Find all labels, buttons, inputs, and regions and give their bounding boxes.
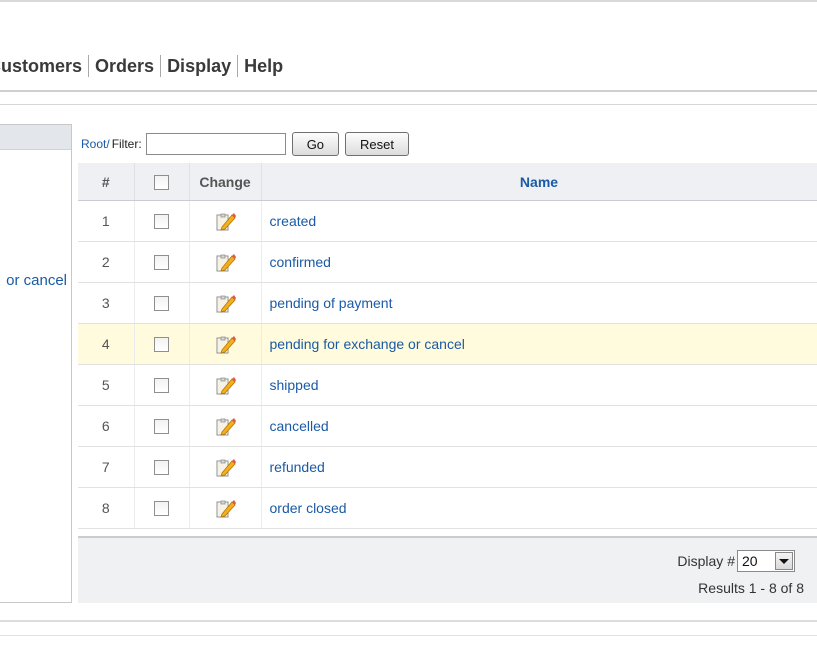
select-all-checkbox[interactable] <box>154 174 169 190</box>
filter-label: Filter: <box>111 137 142 151</box>
row-checkbox[interactable] <box>154 501 169 517</box>
menu-help[interactable]: Help <box>238 56 289 77</box>
table-row[interactable]: 6 cancelled <box>78 405 817 447</box>
row-name-link[interactable]: cancelled <box>261 405 817 447</box>
row-select-cell <box>134 282 190 324</box>
row-checkbox[interactable] <box>154 378 169 394</box>
column-header-change: Change <box>189 163 262 201</box>
row-number: 2 <box>78 241 135 283</box>
edit-icon[interactable] <box>214 333 236 355</box>
menu-orders[interactable]: Orders <box>89 56 160 77</box>
go-button[interactable]: Go <box>291 132 340 156</box>
table-row[interactable]: 5 shipped <box>78 364 817 406</box>
divider <box>0 104 817 105</box>
edit-icon[interactable] <box>214 292 236 314</box>
table-row[interactable]: 2 confirmed <box>78 241 817 283</box>
filter-input[interactable] <box>145 133 286 155</box>
row-number: 8 <box>78 487 135 529</box>
column-header-name[interactable]: Name <box>261 163 817 201</box>
filter-bar: Root/ Filter: Go Reset <box>81 131 409 157</box>
row-change-cell <box>189 241 262 283</box>
table-row[interactable]: 1 created <box>78 200 817 242</box>
row-select-cell <box>134 446 190 488</box>
top-border <box>0 0 817 2</box>
reset-button[interactable]: Reset <box>345 132 409 156</box>
table-header-row: # Change Name <box>78 163 817 201</box>
row-number: 3 <box>78 282 135 324</box>
row-checkbox[interactable] <box>154 460 169 476</box>
row-number: 5 <box>78 364 135 406</box>
display-select-value: 20 <box>742 553 758 569</box>
row-select-cell <box>134 200 190 242</box>
row-checkbox[interactable] <box>154 337 169 353</box>
row-number: 7 <box>78 446 135 488</box>
row-name-link[interactable]: order closed <box>261 487 817 529</box>
table-row[interactable]: 8 order closed <box>78 487 817 529</box>
divider <box>0 620 817 622</box>
row-name-link[interactable]: pending of payment <box>261 282 817 324</box>
top-menu: Customers Orders Display Help <box>0 52 289 80</box>
row-name-link[interactable]: confirmed <box>261 241 817 283</box>
table-row[interactable]: 7 refunded <box>78 446 817 488</box>
display-limit: Display # 20 <box>677 550 795 572</box>
display-label: Display # <box>677 553 735 569</box>
row-select-cell <box>134 241 190 283</box>
row-select-cell <box>134 405 190 447</box>
edit-icon[interactable] <box>214 251 236 273</box>
status-table: # Change Name 1 created 2 confirmed 3 pending… <box>78 163 817 529</box>
row-change-cell <box>189 487 262 529</box>
edit-icon[interactable] <box>214 456 236 478</box>
row-change-cell <box>189 405 262 447</box>
edit-icon[interactable] <box>214 374 236 396</box>
divider <box>0 90 817 92</box>
edit-icon[interactable] <box>214 497 236 519</box>
row-number: 1 <box>78 200 135 242</box>
menu-display[interactable]: Display <box>161 56 237 77</box>
row-name-link[interactable]: created <box>261 200 817 242</box>
table-row[interactable]: 3 pending of payment <box>78 282 817 324</box>
row-change-cell <box>189 323 262 365</box>
edit-icon[interactable] <box>214 415 236 437</box>
row-number: 4 <box>78 323 135 365</box>
table-footer: Display # 20 Results 1 - 8 of 8 <box>78 536 817 603</box>
row-change-cell <box>189 446 262 488</box>
column-header-num: # <box>78 163 135 201</box>
row-select-cell <box>134 487 190 529</box>
root-link[interactable]: Root/ <box>81 137 110 151</box>
row-name-link[interactable]: refunded <box>261 446 817 488</box>
row-checkbox[interactable] <box>154 419 169 435</box>
results-count: Results 1 - 8 of 8 <box>698 580 804 596</box>
row-change-cell <box>189 282 262 324</box>
display-select[interactable]: 20 <box>737 550 795 572</box>
column-header-select <box>134 163 190 201</box>
row-number: 6 <box>78 405 135 447</box>
row-checkbox[interactable] <box>154 255 169 271</box>
sidebar-header <box>0 125 71 150</box>
row-checkbox[interactable] <box>154 214 169 230</box>
row-select-cell <box>134 364 190 406</box>
chevron-down-icon[interactable] <box>775 552 793 570</box>
sidebar: or cancel <box>0 124 72 603</box>
row-select-cell <box>134 323 190 365</box>
divider <box>0 635 817 636</box>
menu-customers[interactable]: Customers <box>0 56 88 77</box>
edit-icon[interactable] <box>214 210 236 232</box>
row-change-cell <box>189 200 262 242</box>
sidebar-item-link[interactable]: or cancel <box>6 272 67 289</box>
row-checkbox[interactable] <box>154 296 169 312</box>
row-change-cell <box>189 364 262 406</box>
row-name-link[interactable]: pending for exchange or cancel <box>261 323 817 365</box>
row-name-link[interactable]: shipped <box>261 364 817 406</box>
table-row[interactable]: 4 pending for exchange or cancel <box>78 323 817 365</box>
